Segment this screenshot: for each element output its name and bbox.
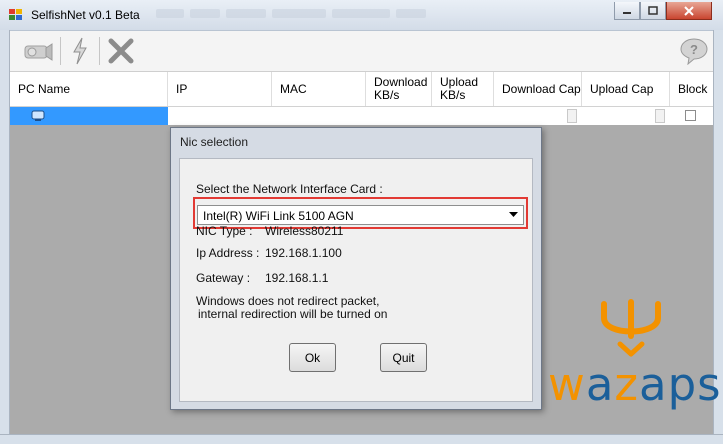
title-bar: SelfishNet v0.1 Beta [0, 0, 723, 31]
nic-type-label: NIC Type : [196, 224, 253, 238]
network-devices-button[interactable] [20, 35, 56, 67]
column-header-mac[interactable]: MAC [272, 72, 366, 106]
svg-text:?: ? [690, 42, 698, 57]
ip-address-label: Ip Address : [196, 246, 260, 260]
toolbar-separator [60, 37, 61, 65]
redirect-message-line1: Windows does not redirect packet, [196, 294, 380, 308]
network-card-icon [24, 43, 53, 61]
wazaps-logo-icon [601, 299, 661, 357]
column-header-ip[interactable]: IP [168, 72, 272, 106]
menu-ghost [190, 9, 220, 18]
app-icon [9, 9, 22, 20]
grid-header: PC Name IP MAC Download KB/s Upload KB/s… [10, 72, 713, 107]
minimize-icon [623, 11, 631, 14]
wazaps-watermark: wazaps [548, 358, 722, 411]
table-row[interactable] [10, 107, 713, 125]
nic-type-value: Wireless80211 [265, 224, 344, 238]
stop-button[interactable] [105, 35, 137, 67]
download-cap-stepper[interactable] [567, 109, 577, 123]
menu-ghost [396, 9, 426, 18]
block-checkbox[interactable] [685, 110, 696, 121]
maximize-icon [648, 6, 658, 15]
nic-selection-dialog: Nic selection Select the Network Interfa… [170, 127, 542, 410]
start-button[interactable] [66, 35, 94, 67]
select-nic-label: Select the Network Interface Card : [196, 182, 383, 196]
toolbar: ? [0, 31, 723, 72]
toolbar-separator [99, 37, 100, 65]
column-header-pc-name[interactable]: PC Name [10, 72, 168, 106]
close-icon [684, 5, 694, 16]
column-header-upload-cap[interactable]: Upload Cap [582, 72, 670, 106]
quit-button[interactable]: Quit [380, 343, 427, 372]
window-frame-left [0, 30, 10, 444]
gateway-value: 192.168.1.1 [265, 271, 329, 285]
dialog-body: Select the Network Interface Card : Inte… [179, 158, 533, 402]
column-header-download[interactable]: Download KB/s [366, 72, 432, 106]
ok-button[interactable]: Ok [289, 343, 336, 372]
help-bubble-icon: ? [680, 38, 708, 65]
redirect-message-line2: internal redirection will be turned on [198, 307, 388, 321]
menu-ghost [156, 9, 184, 18]
help-button[interactable]: ? [676, 35, 712, 67]
menu-ghost [332, 9, 390, 18]
row-selection [10, 107, 168, 125]
gateway-label: Gateway : [196, 271, 251, 285]
column-header-block[interactable]: Block [670, 72, 713, 106]
ip-address-value: 192.168.1.100 [265, 246, 342, 260]
menu-ghost [226, 9, 266, 18]
close-button[interactable] [666, 2, 712, 20]
maximize-button[interactable] [640, 2, 666, 20]
lightning-icon [73, 37, 87, 65]
dialog-title: Nic selection [180, 135, 249, 149]
x-icon [108, 38, 134, 64]
upload-cap-stepper[interactable] [655, 109, 665, 123]
window-frame-bottom [0, 434, 723, 444]
column-header-download-cap[interactable]: Download Cap [494, 72, 582, 106]
column-header-upload[interactable]: Upload KB/s [432, 72, 494, 106]
minimize-button[interactable] [614, 2, 640, 20]
menu-ghost [272, 9, 326, 18]
computer-icon [31, 110, 45, 121]
window-title: SelfishNet v0.1 Beta [31, 8, 140, 22]
